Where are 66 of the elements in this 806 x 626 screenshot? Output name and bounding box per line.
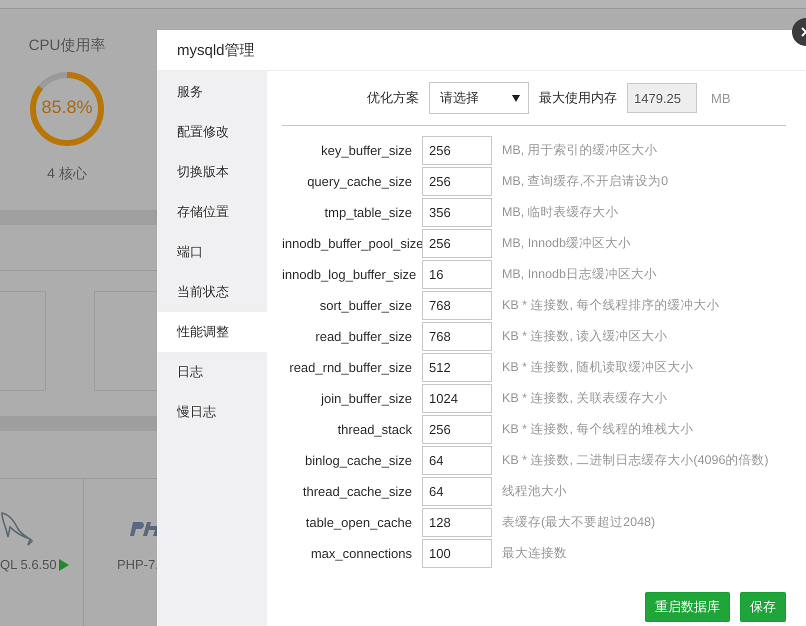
sidebar-item[interactable]: 慢日志 [157,392,267,432]
core-count: 4 核心 [47,165,87,183]
sidebar-item[interactable]: 配置修改 [157,112,267,152]
sidebar-item[interactable]: 切换版本 [157,152,267,192]
param-hint: MB, Innodb缓冲区大小 [501,235,631,252]
cpu-title: CPU使用率 [28,36,106,55]
param-label: read_buffer_size [314,329,413,344]
param-label: key_buffer_size [320,143,413,158]
software-name: PHP-7. [117,557,159,572]
param-field[interactable]: 356 [422,198,492,227]
param-field[interactable]: 16 [422,260,492,289]
param-hint: KB * 连接数, 关联表缓存大小 [501,390,668,407]
param-field[interactable]: 512 [422,353,492,382]
param-field[interactable]: 256 [422,229,492,258]
param-hint: MB, Innodb日志缓冲区大小 [501,266,657,283]
sidebar-item[interactable]: 服务 [157,72,267,112]
software-name: QL 5.6.50 [0,557,69,572]
param-field[interactable]: 128 [422,508,492,537]
param-label: binlog_cache_size [304,453,413,468]
memory-field: 1479.25 [627,83,697,113]
param-hint: KB * 连接数, 每个线程的堆栈大小 [501,421,694,438]
param-hint: KB * 连接数, 每个线程排序的缓冲大小 [501,297,720,314]
caret-icon [512,94,520,102]
sidebar-item[interactable]: 性能调整 [157,312,267,352]
optimize-label: 优化方案 [367,89,419,107]
play-icon [58,558,69,570]
memory-unit: MB [711,90,730,106]
param-field[interactable]: 64 [422,477,492,506]
param-hint: MB, 查询缓存,不开启请设为0 [501,173,668,190]
param-hint: KB * 连接数, 二进制日志缓存大小(4096的倍数) [501,452,769,469]
param-field[interactable]: 256 [422,415,492,444]
cpu-value: 85.8% [40,97,94,118]
param-label: thread_cache_size [302,484,413,499]
param-hint: 表缓存(最大不要超过2048) [501,514,656,531]
dolphin-icon [0,511,36,547]
param-hint: MB, 临时表缓存大小 [501,204,619,221]
sidebar-item[interactable]: 存储位置 [157,192,267,232]
param-field[interactable]: 256 [422,167,492,196]
param-label: table_open_cache [304,515,413,530]
param-field[interactable]: 768 [422,291,492,320]
param-label: thread_stack [336,422,413,437]
dialog-title: mysqld管理 [177,40,255,60]
param-field[interactable]: 768 [422,322,492,351]
param-label: tmp_table_size [324,205,413,220]
param-field[interactable]: 256 [422,136,492,165]
sidebar-item[interactable]: 端口 [157,232,267,272]
param-field[interactable]: 1024 [422,384,492,413]
param-label: query_cache_size [306,174,413,189]
param-hint: 线程池大小 [501,483,567,500]
param-label: innodb_buffer_pool_size [282,236,422,251]
param-hint: KB * 连接数, 读入缓冲区大小 [501,328,668,345]
param-label: join_buffer_size [320,391,413,406]
gauge-track [38,72,68,90]
param-field[interactable]: 64 [422,446,492,475]
param-hint: MB, 用于索引的缓冲区大小 [501,142,658,159]
param-label: innodb_log_buffer_size [282,267,418,282]
memory-label: 最大使用内存 [539,89,617,107]
param-hint: KB * 连接数, 随机读取缓冲区大小 [501,359,694,376]
param-label: sort_buffer_size [318,298,413,313]
param-label: read_rnd_buffer_size [288,360,413,375]
sidebar-item[interactable]: 日志 [157,352,267,392]
plan-select[interactable]: 请选择 [429,82,529,114]
param-hint: 最大连接数 [501,545,567,562]
sidebar-item[interactable]: 当前状态 [157,272,267,312]
param-label: max_connections [310,546,413,561]
param-field[interactable]: 100 [422,539,492,568]
